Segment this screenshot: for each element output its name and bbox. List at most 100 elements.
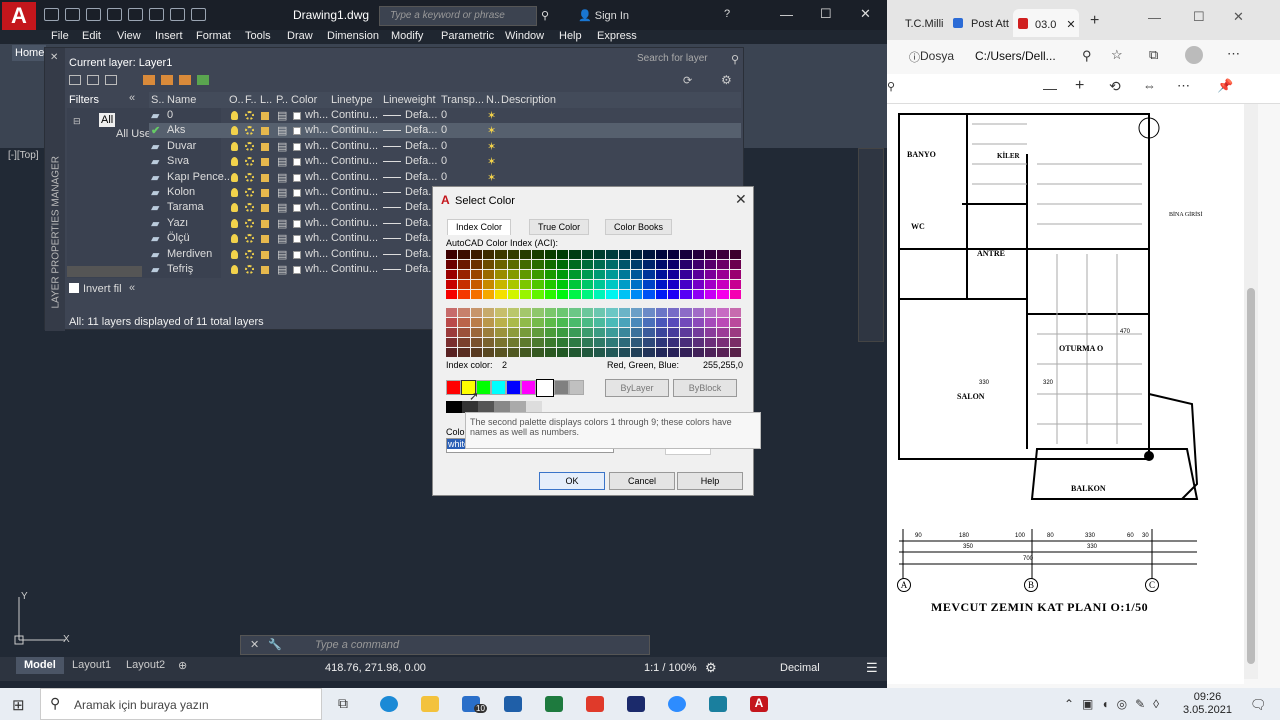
- aci-swatch[interactable]: [618, 308, 630, 317]
- open-icon[interactable]: [65, 8, 80, 21]
- aci-swatch[interactable]: [631, 290, 643, 299]
- aci-swatch[interactable]: [692, 308, 704, 317]
- aci-swatch[interactable]: [557, 280, 569, 289]
- aci-swatch[interactable]: [532, 260, 544, 269]
- more-menu-icon[interactable]: ⋯: [1227, 46, 1240, 62]
- aci-swatch[interactable]: [680, 318, 692, 327]
- new-vp-freeze-icon[interactable]: ✶: [487, 171, 496, 184]
- tree-item-all-used[interactable]: All Use: [116, 128, 151, 140]
- aci-swatch[interactable]: [717, 280, 729, 289]
- aci-swatch[interactable]: [470, 328, 482, 337]
- autocad-taskbar-icon[interactable]: A: [750, 696, 768, 712]
- aci-swatch[interactable]: [606, 328, 618, 337]
- aci-swatch[interactable]: [458, 308, 470, 317]
- aci-swatch[interactable]: [446, 338, 458, 347]
- layer-transparency[interactable]: 0: [441, 124, 447, 136]
- aci-swatch[interactable]: [668, 280, 680, 289]
- aci-swatch[interactable]: [483, 338, 495, 347]
- aci-swatch[interactable]: [717, 270, 729, 279]
- aci-swatch[interactable]: [631, 348, 643, 357]
- unlock-icon[interactable]: [261, 112, 269, 120]
- aci-swatch[interactable]: [446, 290, 458, 299]
- aci-swatch[interactable]: [557, 348, 569, 357]
- layer-color[interactable]: wh...: [305, 232, 328, 244]
- layer-color[interactable]: wh...: [305, 186, 328, 198]
- aci-swatch[interactable]: [470, 280, 482, 289]
- layer-linetype[interactable]: Continu...: [331, 140, 378, 152]
- tree-item-all[interactable]: All: [99, 113, 116, 127]
- layer-color[interactable]: wh...: [305, 155, 328, 167]
- color-swatch-icon[interactable]: [293, 142, 301, 151]
- aci-swatch[interactable]: [680, 308, 692, 317]
- aci-swatch[interactable]: [729, 280, 741, 289]
- layer-linetype[interactable]: Continu...: [331, 171, 378, 183]
- profile-avatar[interactable]: [1185, 46, 1203, 64]
- command-input[interactable]: Type a command: [240, 635, 650, 655]
- aci-swatch[interactable]: [520, 250, 532, 259]
- layer-transparency[interactable]: 0: [441, 171, 447, 183]
- plot-printer-icon[interactable]: ▤: [277, 248, 287, 261]
- aci-swatch[interactable]: [618, 338, 630, 347]
- aci-swatch[interactable]: [717, 328, 729, 337]
- aci-swatch[interactable]: [594, 290, 606, 299]
- units-display[interactable]: Decimal: [780, 662, 820, 674]
- aci-swatch[interactable]: [594, 260, 606, 269]
- aci-swatch[interactable]: [643, 260, 655, 269]
- menu-edit[interactable]: Edit: [82, 30, 101, 42]
- aci-swatch[interactable]: [606, 338, 618, 347]
- aci-swatch[interactable]: [507, 318, 519, 327]
- new-vp-freeze-icon[interactable]: ✶: [487, 124, 496, 137]
- plot-printer-icon[interactable]: ▤: [277, 155, 287, 168]
- command-close-icon[interactable]: ✕: [250, 638, 259, 651]
- aci-swatch[interactable]: [470, 348, 482, 357]
- aci-swatch[interactable]: [495, 280, 507, 289]
- notification-icon[interactable]: 🗨: [1250, 697, 1267, 713]
- dialog-close-icon[interactable]: ✕: [735, 191, 747, 208]
- layer-linetype[interactable]: Continu...: [331, 109, 378, 121]
- layer-lineweight[interactable]: Defa...: [405, 140, 437, 152]
- col-color[interactable]: Color: [291, 94, 317, 106]
- rotate-icon[interactable]: ⟲: [1109, 78, 1121, 95]
- col-linetype[interactable]: Linetype: [331, 94, 373, 106]
- aci-swatch[interactable]: [668, 290, 680, 299]
- command-customize-icon[interactable]: 🔧: [268, 638, 282, 651]
- aci-swatch[interactable]: [458, 348, 470, 357]
- aci-swatch[interactable]: [729, 308, 741, 317]
- swatch-blue[interactable]: [506, 380, 521, 395]
- aci-swatch[interactable]: [544, 338, 556, 347]
- new-group-filter-icon[interactable]: [87, 75, 99, 85]
- autocad-logo-icon[interactable]: A: [2, 2, 36, 30]
- layer-color[interactable]: wh...: [305, 201, 328, 213]
- tab-home[interactable]: Home: [12, 45, 46, 61]
- layer-name[interactable]: Kapı Pence...: [167, 171, 233, 183]
- plot-printer-icon[interactable]: ▤: [277, 263, 287, 276]
- color-swatch-icon[interactable]: [293, 127, 301, 136]
- cancel-button[interactable]: Cancel: [609, 472, 675, 490]
- color-swatch-icon[interactable]: [293, 219, 301, 228]
- aci-swatch[interactable]: [544, 318, 556, 327]
- plot-icon[interactable]: [128, 8, 143, 21]
- favorite-icon[interactable]: ☆: [1111, 47, 1123, 63]
- invert-filter-checkbox[interactable]: [69, 283, 79, 293]
- aci-swatch[interactable]: [532, 250, 544, 259]
- file-info-icon[interactable]: ⓘ: [909, 49, 920, 65]
- tab-true-color[interactable]: True Color: [529, 219, 590, 235]
- layer-linetype[interactable]: Continu...: [331, 232, 378, 244]
- thaw-sun-icon[interactable]: [245, 126, 254, 136]
- tree-collapse-icon[interactable]: ⊟: [73, 116, 81, 127]
- taskbar-search-input[interactable]: Aramak için buraya yazın: [40, 688, 322, 720]
- layer-row[interactable]: ▰ Kapı Pence... ▤ wh... Continu... Defa... 0 ✶: [149, 170, 741, 185]
- aci-swatch[interactable]: [729, 328, 741, 337]
- viewport-label[interactable]: [-][Top]: [8, 150, 39, 161]
- pin-toolbar-icon[interactable]: 📌: [1217, 78, 1233, 94]
- aci-swatch[interactable]: [717, 338, 729, 347]
- aci-swatch[interactable]: [532, 270, 544, 279]
- aci-swatch[interactable]: [483, 318, 495, 327]
- aci-swatch[interactable]: [729, 290, 741, 299]
- aci-swatch[interactable]: [446, 308, 458, 317]
- aci-swatch[interactable]: [594, 250, 606, 259]
- aci-swatch[interactable]: [655, 270, 667, 279]
- layer-transparency[interactable]: 0: [441, 155, 447, 167]
- color-swatch-icon[interactable]: [293, 173, 301, 182]
- aci-swatch[interactable]: [581, 260, 593, 269]
